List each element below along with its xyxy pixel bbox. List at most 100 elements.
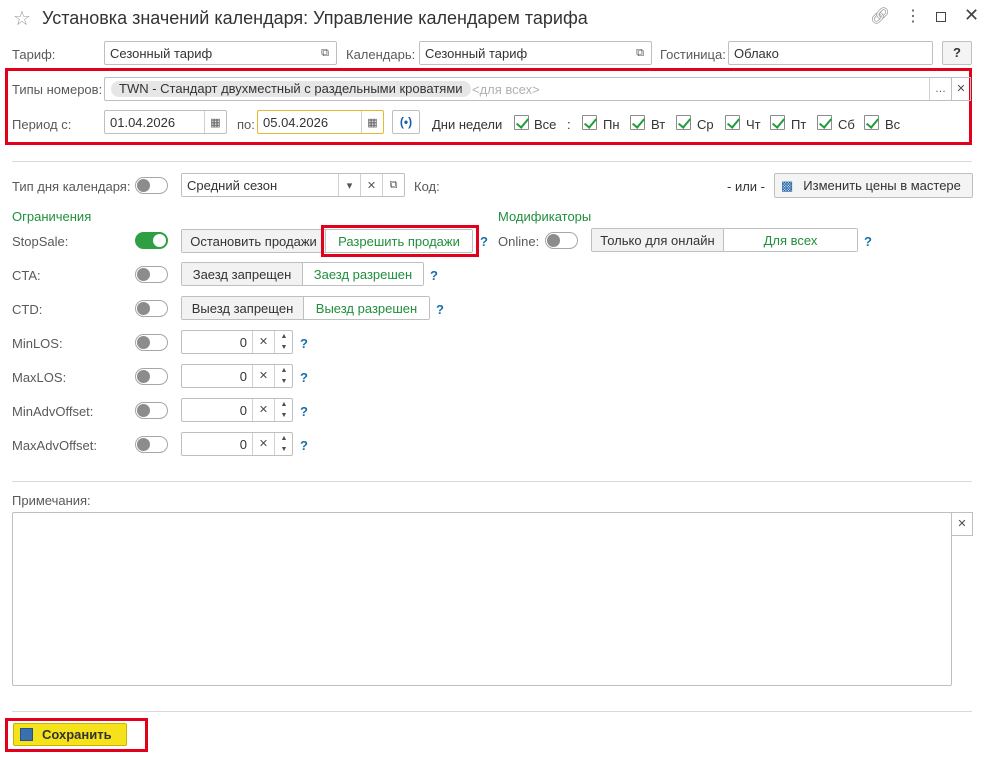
calendar-value: Сезонный тариф: [425, 46, 528, 61]
room-type-tag[interactable]: TWN - Стандарт двухместный с раздельными…: [111, 81, 471, 97]
for-all-button[interactable]: Для всех: [723, 229, 857, 251]
calendar-icon[interactable]: ▦: [361, 111, 383, 133]
more-icon[interactable]: ⋮: [905, 6, 921, 26]
calendar-label: Календарь:: [346, 47, 416, 62]
ctd-label: CTD:: [12, 302, 43, 317]
date-to-field[interactable]: 05.04.2026 ▦: [257, 110, 384, 134]
saturday-checkbox[interactable]: [817, 115, 832, 130]
tariff-value: Сезонный тариф: [110, 46, 213, 61]
room-types-label: Типы номеров:: [12, 82, 103, 97]
tuesday-label: Вт: [651, 117, 666, 132]
notes-label: Примечания:: [12, 493, 91, 508]
cta-toggle[interactable]: [135, 266, 168, 283]
notes-textarea[interactable]: [12, 512, 952, 686]
stop-sales-button[interactable]: Остановить продажи: [182, 230, 325, 252]
tariff-field[interactable]: Сезонный тариф ⧉: [104, 41, 337, 65]
tuesday-checkbox[interactable]: [630, 115, 645, 130]
wednesday-checkbox[interactable]: [676, 115, 691, 130]
period-from-label: Период с:: [12, 117, 72, 132]
clear-notes-icon[interactable]: ✕: [951, 512, 973, 536]
tariff-label: Тариф:: [12, 47, 56, 62]
clear-icon[interactable]: ✕: [252, 365, 274, 387]
open-icon[interactable]: ⧉: [629, 42, 651, 64]
minlos-toggle[interactable]: [135, 334, 168, 351]
maxadvoffset-toggle[interactable]: [135, 436, 168, 453]
friday-checkbox[interactable]: [770, 115, 785, 130]
maximize-icon[interactable]: [936, 12, 946, 22]
clear-icon[interactable]: ✕: [252, 399, 274, 421]
save-button[interactable]: Сохранить: [13, 723, 127, 746]
minadvoffset-value: 0: [239, 403, 247, 418]
minadvoffset-input[interactable]: 0 ✕ ▲ ▼: [181, 398, 293, 422]
cta-help-icon[interactable]: ?: [430, 268, 438, 283]
select-more-icon[interactable]: …: [929, 78, 951, 100]
ctd-buttons: Выезд запрещен Выезд разрешен: [181, 296, 430, 320]
stepper-icon[interactable]: ▲ ▼: [274, 365, 293, 387]
day-type-label: Тип дня календаря:: [12, 179, 131, 194]
minlos-help-icon[interactable]: ?: [300, 336, 308, 351]
stopsale-toggle[interactable]: [135, 232, 168, 249]
day-type-value: Средний сезон: [187, 178, 278, 193]
save-label: Сохранить: [42, 727, 112, 742]
minlos-value: 0: [239, 335, 247, 350]
divider: [12, 161, 972, 162]
maxadvoffset-help-icon[interactable]: ?: [300, 438, 308, 453]
close-icon[interactable]: ✕: [964, 5, 979, 26]
open-icon[interactable]: ⧉: [382, 174, 404, 196]
stepper-icon[interactable]: ▲ ▼: [274, 399, 293, 421]
maxadvoffset-value: 0: [239, 437, 247, 452]
clear-room-types-icon[interactable]: ✕: [951, 77, 971, 101]
day-type-field[interactable]: Средний сезон ▾ ✕ ⧉: [181, 173, 405, 197]
help-button[interactable]: ?: [942, 41, 972, 65]
thursday-label: Чт: [746, 117, 761, 132]
clear-icon[interactable]: ✕: [360, 174, 382, 196]
maxadvoffset-input[interactable]: 0 ✕ ▲ ▼: [181, 432, 293, 456]
minlos-label: MinLOS:: [12, 336, 63, 351]
calendar-icon[interactable]: ▦: [204, 111, 226, 133]
stepper-icon[interactable]: ▲ ▼: [274, 331, 293, 353]
cta-buttons: Заезд запрещен Заезд разрешен: [181, 262, 424, 286]
online-only-button[interactable]: Только для онлайн: [592, 229, 723, 251]
stopsale-help-icon[interactable]: ?: [480, 234, 488, 249]
monday-checkbox[interactable]: [582, 115, 597, 130]
price-wizard-button[interactable]: ▩ Изменить цены в мастере: [774, 173, 973, 198]
minlos-input[interactable]: 0 ✕ ▲ ▼: [181, 330, 293, 354]
ctd-help-icon[interactable]: ?: [436, 302, 444, 317]
minadvoffset-help-icon[interactable]: ?: [300, 404, 308, 419]
sunday-checkbox[interactable]: [864, 115, 879, 130]
clear-icon[interactable]: ✕: [252, 433, 274, 455]
hotel-field[interactable]: Облако: [728, 41, 933, 65]
maxlos-input[interactable]: 0 ✕ ▲ ▼: [181, 364, 293, 388]
maxlos-help-icon[interactable]: ?: [300, 370, 308, 385]
all-days-checkbox[interactable]: [514, 115, 529, 130]
thursday-checkbox[interactable]: [725, 115, 740, 130]
period-select-button[interactable]: (•): [392, 110, 420, 134]
date-to-value: 05.04.2026: [263, 115, 329, 130]
friday-label: Пт: [791, 117, 807, 132]
date-from-field[interactable]: 01.04.2026 ▦: [104, 110, 227, 134]
or-label: - или -: [727, 179, 765, 194]
online-toggle[interactable]: [545, 232, 578, 249]
favorite-star-icon[interactable]: ☆: [13, 6, 31, 31]
day-type-toggle[interactable]: [135, 177, 168, 194]
chevron-down-icon[interactable]: ▾: [338, 174, 360, 196]
link-icon[interactable]: 🔗︎: [870, 6, 890, 26]
checkin-forbidden-button[interactable]: Заезд запрещен: [182, 263, 302, 285]
online-help-icon[interactable]: ?: [864, 234, 872, 249]
room-types-field[interactable]: TWN - Стандарт двухместный с раздельными…: [104, 77, 952, 101]
floppy-disk-icon: [20, 728, 33, 741]
checkin-allowed-button[interactable]: Заезд разрешен: [302, 263, 423, 285]
checkout-allowed-button[interactable]: Выезд разрешен: [303, 297, 429, 319]
maxlos-toggle[interactable]: [135, 368, 168, 385]
open-icon[interactable]: ⧉: [314, 42, 336, 64]
checkout-forbidden-button[interactable]: Выезд запрещен: [182, 297, 304, 319]
ctd-toggle[interactable]: [135, 300, 168, 317]
period-to-label: по:: [237, 117, 255, 132]
calendar-field[interactable]: Сезонный тариф ⧉: [419, 41, 652, 65]
days-separator: :: [567, 117, 571, 132]
divider: [12, 481, 972, 482]
stepper-icon[interactable]: ▲ ▼: [274, 433, 293, 455]
clear-icon[interactable]: ✕: [252, 331, 274, 353]
minadvoffset-toggle[interactable]: [135, 402, 168, 419]
online-label: Online:: [498, 234, 540, 249]
